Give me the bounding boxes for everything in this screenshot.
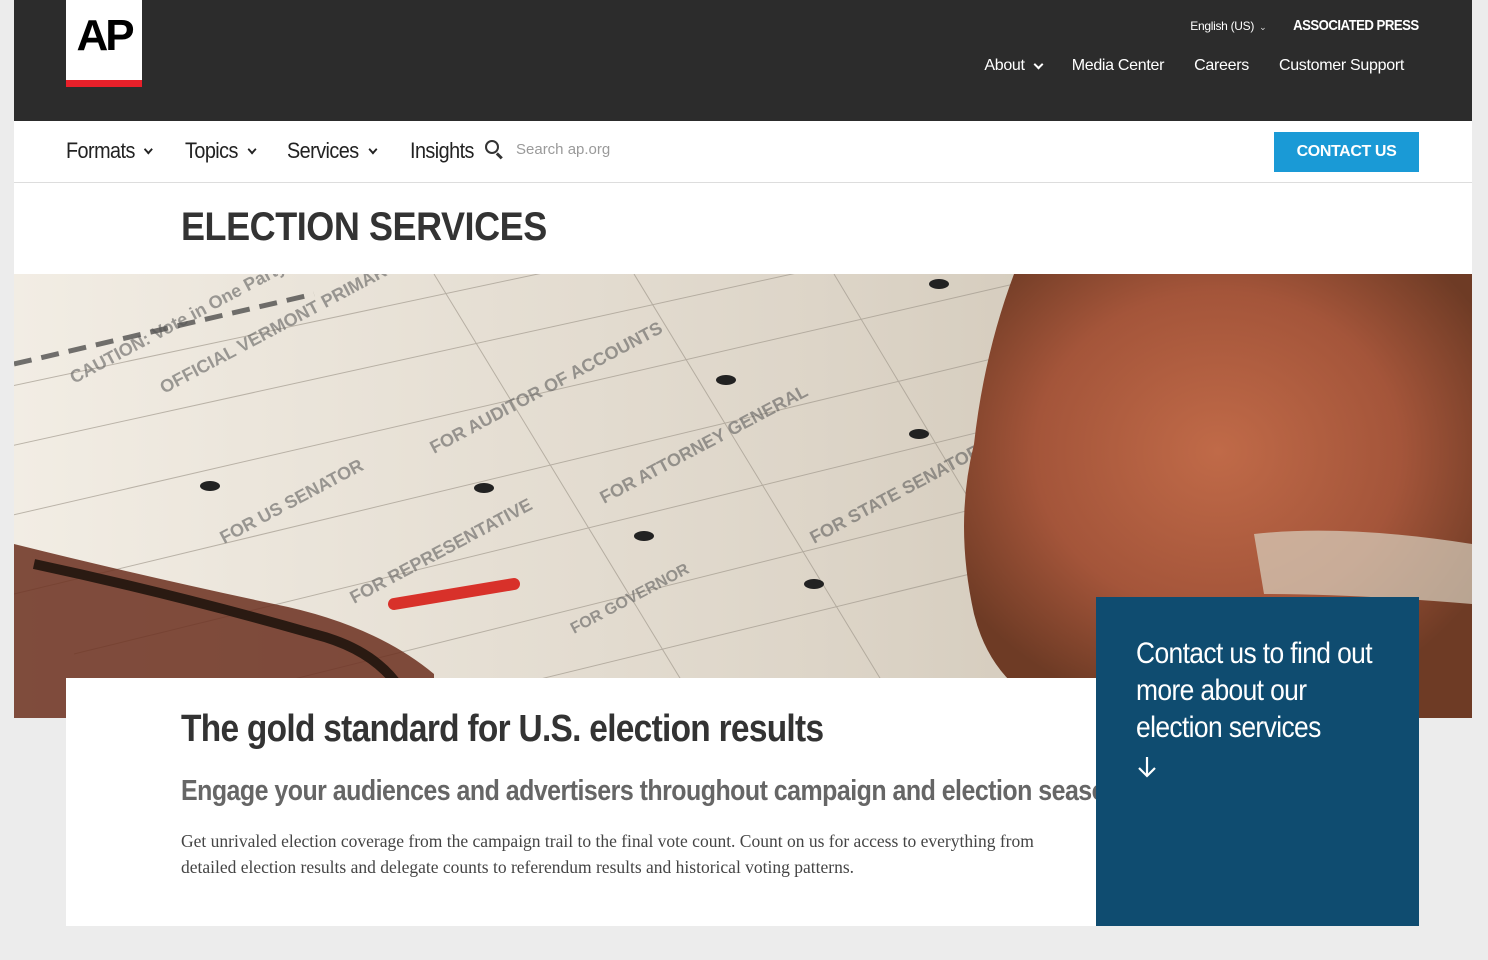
brand-link[interactable]: ASSOCIATED PRESS [1293,17,1419,34]
page-title: ELECTION SERVICES [181,205,547,249]
main-nav: Formats Topics Services Insights [66,138,481,164]
ap-logo[interactable]: AP [66,0,142,87]
main-nav-services[interactable]: Services [287,138,378,164]
search-bar [484,139,716,160]
main-nav-topics[interactable]: Topics [185,138,257,164]
title-band: ELECTION SERVICES [14,183,1472,274]
top-nav-customer-support[interactable]: Customer Support [1279,57,1404,75]
language-label: English (US) [1190,18,1255,33]
main-nav-bar: Formats Topics Services Insights CONTACT… [14,121,1472,183]
main-nav-label: Topics [185,138,239,163]
main-nav-label: Insights [409,138,474,163]
logo-red-bar [66,80,142,87]
contact-promo-text: Contact us to find out more about our el… [1136,637,1373,744]
top-nav-careers[interactable]: Careers [1194,57,1249,75]
top-header: AP English (US) ⌄ ASSOCIATED PRESS About… [14,0,1472,121]
main-nav-label: Services [287,138,359,163]
logo-text: AP [76,11,134,60]
top-nav-about[interactable]: About [984,57,1044,75]
top-nav-label: Customer Support [1278,57,1404,74]
main-nav-insights[interactable]: Insights [410,138,474,164]
search-input[interactable] [516,140,716,158]
top-nav-media-center[interactable]: Media Center [1071,57,1165,75]
contact-promo-box[interactable]: Contact us to find out more about our el… [1096,597,1419,926]
top-nav-label: Careers [1194,57,1249,74]
top-nav-label: Media Center [1071,57,1165,74]
page: AP English (US) ⌄ ASSOCIATED PRESS About… [14,0,1472,960]
top-nav: About Media Center Careers Customer Supp… [984,57,1404,75]
top-nav-label: About [984,57,1025,74]
search-icon[interactable] [484,139,504,160]
intro-body: Get unrivaled election coverage from the… [181,831,1034,877]
main-nav-label: Formats [66,138,135,163]
intro-card: The gold standard for U.S. election resu… [66,678,1122,926]
language-selector[interactable]: English (US) ⌄ [1190,19,1266,33]
intro-subheading: Engage your audiences and advertisers th… [181,775,1122,807]
contact-us-button[interactable]: CONTACT US [1274,132,1419,172]
chevron-down-icon: ⌄ [1259,21,1267,32]
chevron-down-icon [1033,59,1044,69]
arrow-down-icon [1138,757,1156,778]
main-nav-formats[interactable]: Formats [66,138,154,164]
chevron-down-icon [247,144,257,154]
chevron-down-icon [368,144,378,154]
intro-heading: The gold standard for U.S. election resu… [181,708,824,750]
chevron-down-icon [144,144,154,154]
utility-bar: English (US) ⌄ ASSOCIATED PRESS [1190,17,1419,34]
